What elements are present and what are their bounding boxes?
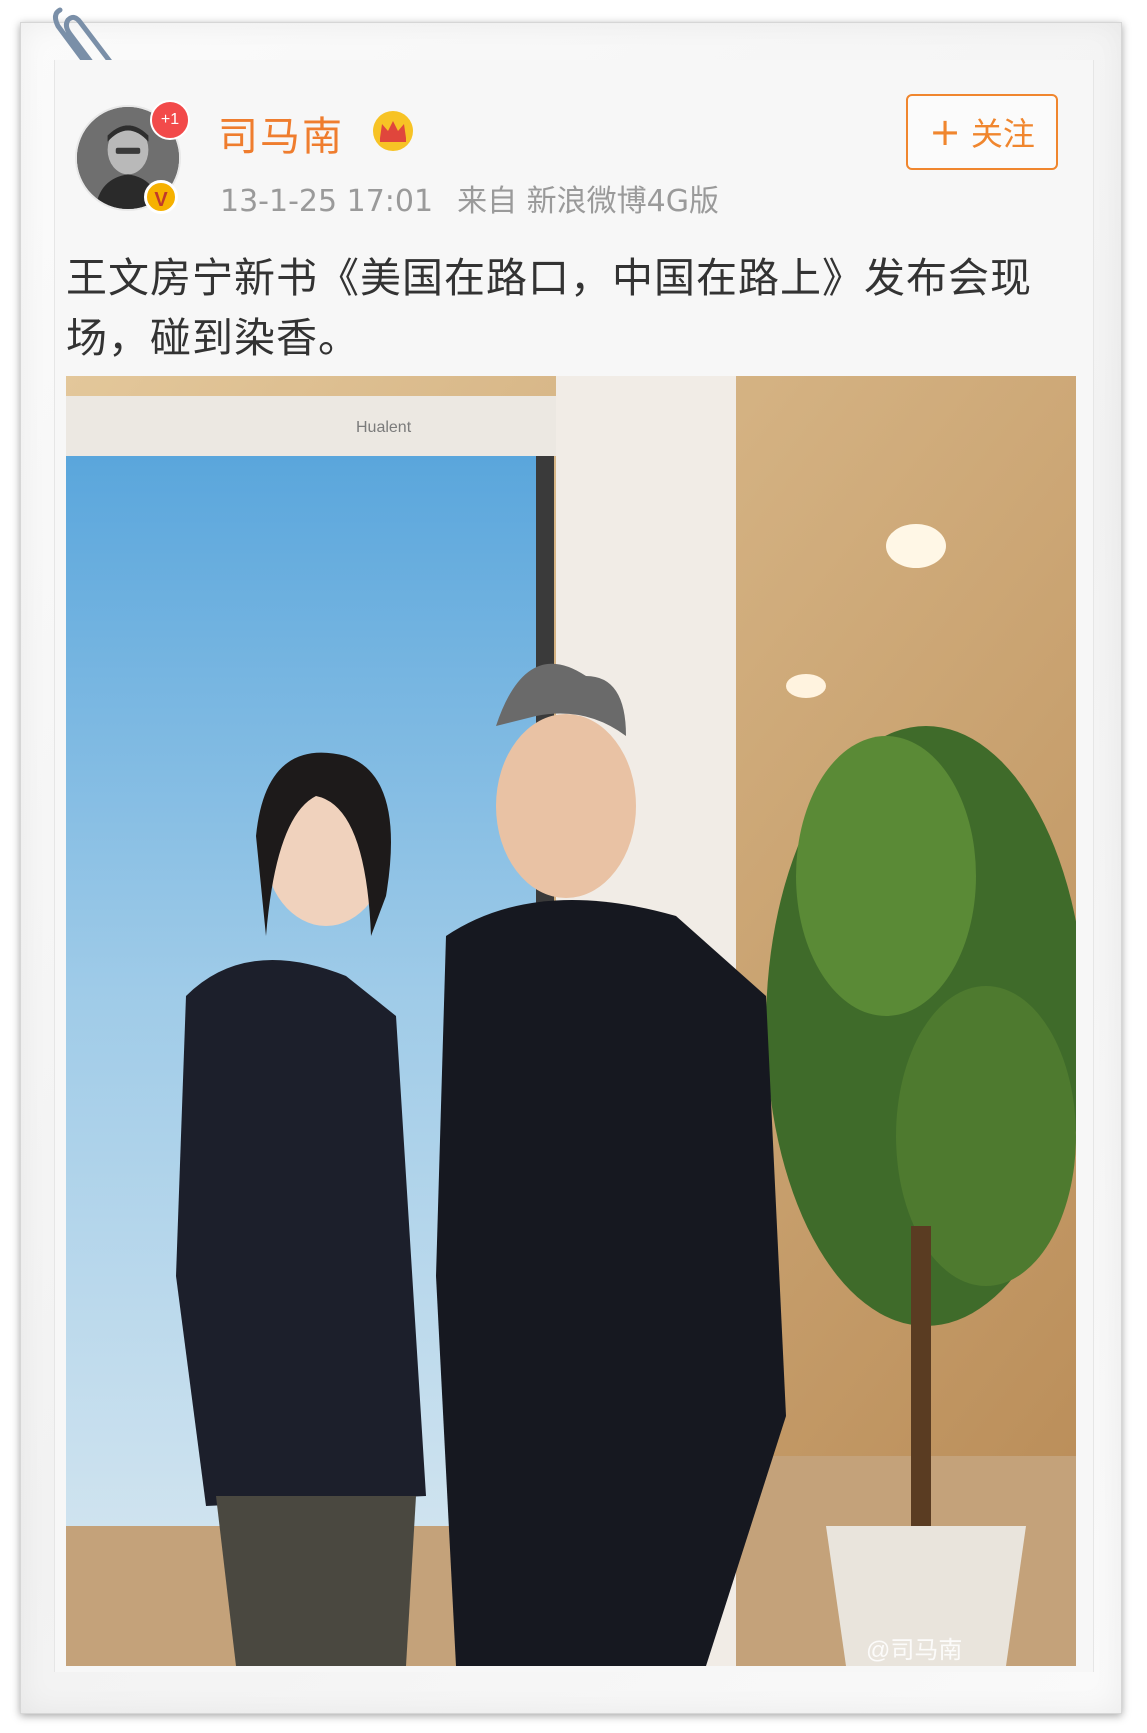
follow-label: 关注 [970,115,1035,153]
photo-scene: Hualent @司马南 [66,376,1076,1666]
post-text: 王文房宁新书《美国在路口，中国在路上》发布会现 场，碰到染香。 [66,248,1066,368]
notification-badge: +1 [150,100,190,140]
photo-watermark: @司马南 [866,1637,962,1664]
follow-button[interactable]: + 关注 [906,94,1058,170]
verified-badge-icon: V [144,180,178,214]
plus-icon: + [929,110,961,154]
crown-icon [373,111,413,151]
username[interactable]: 司马南 [218,104,344,162]
post-meta: 13-1-25 17:01 来自 新浪微博4G版 [220,176,719,220]
post-text-line-2: 场，碰到染香。 [66,314,360,362]
post-timestamp: 13-1-25 17:01 [220,184,434,219]
post-photo[interactable]: Hualent @司马南 [66,376,1076,1666]
post-text-line-1: 王文房宁新书《美国在路口，中国在路上》发布会现 [66,254,1032,302]
post-source: 来自 新浪微博4G版 [457,184,719,219]
screen-brand-label: Hualent [356,419,412,436]
